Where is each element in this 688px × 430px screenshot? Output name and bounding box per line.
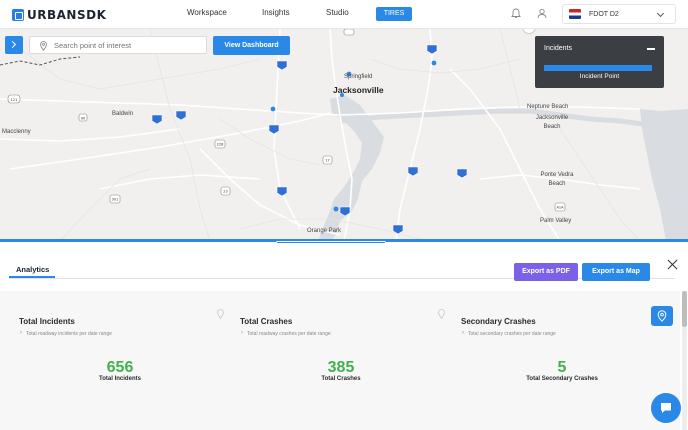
place-macclenny: Macclenny: [2, 129, 31, 135]
chevron-down-icon: [656, 9, 665, 18]
card-subtitle: Total roadway incidents per date range: [20, 330, 112, 337]
panel-drag-handle[interactable]: [276, 241, 386, 244]
place-neptune-beach: Neptune Beach: [527, 104, 569, 110]
place-jacksonville: Jacksonville: [333, 85, 384, 95]
export-pdf-button[interactable]: Export as PDF: [514, 263, 578, 281]
place-baldwin: Baldwin: [112, 111, 134, 117]
scrollbar-thumb[interactable]: [682, 291, 687, 327]
bell-icon[interactable]: [511, 8, 521, 19]
nav-tires[interactable]: TIRES: [376, 7, 412, 21]
location-pin-icon: [217, 309, 224, 319]
card-title: Total Crashes: [240, 317, 293, 326]
nav-studio[interactable]: Studio: [326, 8, 349, 17]
org-logo-icon: [569, 9, 581, 19]
chat-support-button[interactable]: [651, 393, 681, 423]
svg-text:A1A: A1A: [556, 206, 564, 210]
place-ponte-vedra-beach: Ponte Vedra Beach: [540, 172, 574, 187]
incidents-legend-panel: Incidents Incident Point: [535, 36, 664, 88]
analytics-panel: Analytics Export as PDF Export as Map To…: [0, 239, 688, 430]
tab-analytics[interactable]: Analytics: [16, 265, 49, 274]
stat-value: 385: [327, 359, 355, 376]
stat-value: 656: [106, 359, 134, 376]
location-pin-icon: [438, 309, 445, 319]
nav-insights[interactable]: Insights: [262, 8, 290, 17]
search-input[interactable]: [54, 39, 204, 52]
svg-text:90: 90: [81, 117, 85, 121]
stat-card-total-crashes: Total Crashes Total roadway crashes per …: [240, 309, 450, 393]
place-palm-valley: Palm Valley: [540, 218, 572, 224]
expand-sidebar-button[interactable]: [5, 36, 23, 54]
svg-text:23: 23: [223, 190, 227, 194]
search-box[interactable]: [29, 36, 207, 54]
location-pin-icon: [657, 310, 667, 322]
collapse-legend-icon[interactable]: [647, 48, 655, 50]
app-root: URBANSDK Workspace Insights Studio TIRES…: [0, 0, 688, 430]
close-icon[interactable]: [667, 259, 678, 270]
svg-text:228: 228: [217, 143, 224, 147]
locate-button[interactable]: [651, 306, 673, 326]
place-orange-park: Orange Park: [307, 228, 342, 234]
export-map-button[interactable]: Export as Map: [582, 263, 650, 281]
legend-swatch: [544, 65, 652, 71]
stat-label: Total Secondary Crashes: [526, 376, 598, 382]
org-selector[interactable]: FDOT D2: [562, 4, 676, 24]
card-title: Total Incidents: [19, 317, 75, 326]
nav-workspace[interactable]: Workspace: [187, 8, 227, 17]
stat-card-total-incidents: Total Incidents Total roadway incidents …: [19, 309, 229, 393]
logo-text: URBANSDK: [27, 7, 107, 22]
brand-logo[interactable]: URBANSDK: [12, 7, 106, 22]
chat-icon: [661, 403, 671, 413]
stat-card-secondary-crashes: Secondary Crashes Total secondary crashe…: [461, 313, 671, 393]
stat-value: 5: [557, 359, 567, 376]
legend-title: Incidents: [544, 45, 573, 52]
org-name: FDOT D2: [589, 10, 619, 18]
place-jacksonville-beach: Jacksonville Beach: [535, 115, 569, 130]
card-subtitle: Total secondary crashes per date range: [462, 330, 556, 337]
panel-scrollbar[interactable]: [682, 291, 687, 430]
stat-label: Total Crashes: [321, 376, 361, 382]
view-dashboard-button[interactable]: View Dashboard: [213, 36, 290, 55]
svg-text:301: 301: [112, 198, 119, 202]
user-icon[interactable]: [537, 8, 547, 19]
logo-mark-icon: [12, 8, 24, 21]
place-springfield: Springfield: [344, 74, 373, 80]
top-bar: URBANSDK Workspace Insights Studio TIRES…: [0, 0, 688, 29]
legend-item-label: Incident Point: [579, 73, 620, 80]
stat-label: Total Incidents: [99, 376, 141, 382]
svg-text:121: 121: [11, 98, 18, 102]
card-subtitle: Total roadway crashes per date range: [241, 330, 331, 337]
location-pin-icon: [40, 41, 47, 51]
card-title: Secondary Crashes: [461, 317, 536, 326]
svg-text:17: 17: [325, 159, 329, 163]
